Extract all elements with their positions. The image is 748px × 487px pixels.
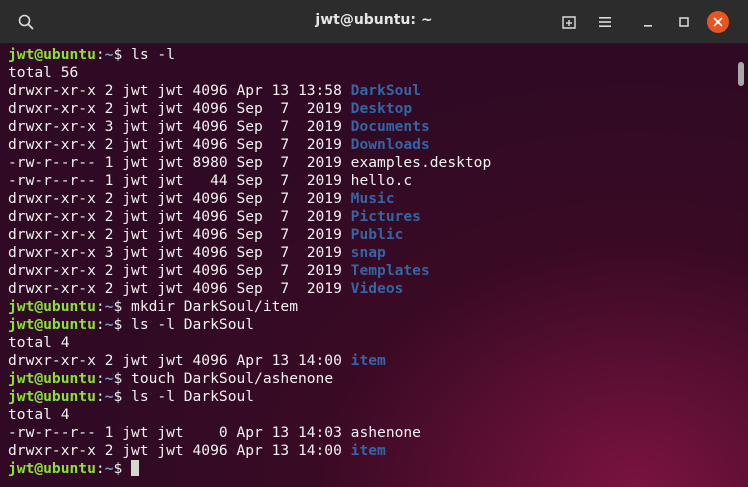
command-text: mkdir DarkSoul/item xyxy=(131,298,298,315)
listing-row: drwxr-xr-x 2 jwt jwt 4096 Sep 7 2019 Mus… xyxy=(8,190,732,208)
scrollbar-thumb[interactable] xyxy=(738,62,744,86)
listing-meta: drwxr-xr-x 2 jwt jwt 4096 Apr 13 14:00 xyxy=(8,352,351,369)
prompt-user: jwt@ubuntu xyxy=(8,46,96,63)
prompt-colon: : xyxy=(95,298,105,315)
listing-row: -rw-r--r-- 1 jwt jwt 44 Sep 7 2019 hello… xyxy=(8,172,732,190)
listing-row: drwxr-xr-x 2 jwt jwt 4096 Sep 7 2019 Vid… xyxy=(8,280,732,298)
command-text: ls -l DarkSoul xyxy=(131,388,255,405)
listing-meta: drwxr-xr-x 2 jwt jwt 4096 Sep 7 2019 xyxy=(8,262,351,279)
new-tab-button[interactable] xyxy=(555,8,583,36)
prompt-symbol: $ xyxy=(113,46,132,63)
output-line: total 4 xyxy=(8,406,732,424)
listing-meta: drwxr-xr-x 2 jwt jwt 4096 Sep 7 2019 xyxy=(8,100,351,117)
hamburger-menu-icon xyxy=(599,17,611,27)
prompt-colon: : xyxy=(95,370,105,387)
directory-name: Templates xyxy=(350,262,430,279)
listing-row: -rw-r--r-- 1 jwt jwt 8980 Sep 7 2019 exa… xyxy=(8,154,732,172)
prompt-line: jwt@ubuntu:~$ ls -l xyxy=(8,46,732,64)
listing-row: drwxr-xr-x 2 jwt jwt 4096 Sep 7 2019 Tem… xyxy=(8,262,732,280)
directory-name: snap xyxy=(350,244,386,261)
scrollbar[interactable] xyxy=(738,62,744,480)
directory-name: Public xyxy=(350,226,404,243)
prompt-colon: : xyxy=(95,460,105,477)
listing-meta: drwxr-xr-x 3 jwt jwt 4096 Sep 7 2019 xyxy=(8,118,351,135)
directory-name: Pictures xyxy=(350,208,421,225)
listing-row: drwxr-xr-x 3 jwt jwt 4096 Sep 7 2019 sna… xyxy=(8,244,732,262)
prompt-line: jwt@ubuntu:~$ mkdir DarkSoul/item xyxy=(8,298,732,316)
prompt-line: jwt@ubuntu:~$ ls -l DarkSoul xyxy=(8,388,732,406)
listing-row: -rw-r--r-- 1 jwt jwt 0 Apr 13 14:03 ashe… xyxy=(8,424,732,442)
close-button[interactable] xyxy=(707,11,729,33)
terminal-window: jwt@ubuntu: ~ jwt@ubuntu:~$ ls -l total … xyxy=(0,0,748,487)
prompt-user: jwt@ubuntu xyxy=(8,316,96,333)
prompt-colon: : xyxy=(95,388,105,405)
title-bar: jwt@ubuntu: ~ xyxy=(0,0,748,44)
minimize-button[interactable] xyxy=(634,8,662,36)
listing-row: drwxr-xr-x 3 jwt jwt 4096 Sep 7 2019 Doc… xyxy=(8,118,732,136)
prompt-colon: : xyxy=(95,316,105,333)
prompt-symbol: $ xyxy=(113,460,132,477)
file-name: examples.desktop xyxy=(350,154,492,171)
output-text: total 4 xyxy=(8,334,70,351)
prompt-line: jwt@ubuntu:~$ touch DarkSoul/ashenone xyxy=(8,370,732,388)
listing-meta: drwxr-xr-x 3 jwt jwt 4096 Sep 7 2019 xyxy=(8,244,351,261)
command-text: touch DarkSoul/ashenone xyxy=(131,370,334,387)
new-tab-icon xyxy=(562,16,576,29)
output-line: total 56 xyxy=(8,64,732,82)
directory-name: DarkSoul xyxy=(350,82,421,99)
listing-meta: drwxr-xr-x 2 jwt jwt 4096 Sep 7 2019 xyxy=(8,190,351,207)
prompt-colon: : xyxy=(95,46,105,63)
listing-meta: drwxr-xr-x 2 jwt jwt 4096 Sep 7 2019 xyxy=(8,136,351,153)
text-cursor xyxy=(131,460,140,476)
prompt-symbol: $ xyxy=(113,316,132,333)
maximize-icon xyxy=(679,17,689,27)
terminal-output[interactable]: jwt@ubuntu:~$ ls -l total 56 drwxr-xr-x 2 … xyxy=(0,44,732,487)
listing-row: drwxr-xr-x 2 jwt jwt 4096 Apr 13 14:00 i… xyxy=(8,352,732,370)
command-text: ls -l xyxy=(131,46,175,63)
close-icon xyxy=(713,17,723,27)
listing-meta: -rw-r--r-- 1 jwt jwt 0 Apr 13 14:03 xyxy=(8,424,351,441)
listing-meta: -rw-r--r-- 1 jwt jwt 8980 Sep 7 2019 xyxy=(8,154,351,171)
maximize-button[interactable] xyxy=(670,8,698,36)
listing-row: drwxr-xr-x 2 jwt jwt 4096 Sep 7 2019 Dow… xyxy=(8,136,732,154)
prompt-user: jwt@ubuntu xyxy=(8,298,96,315)
directory-name: Music xyxy=(350,190,395,207)
directory-name: Downloads xyxy=(350,136,430,153)
command-text: ls -l DarkSoul xyxy=(131,316,255,333)
listing-row: drwxr-xr-x 2 jwt jwt 4096 Sep 7 2019 Pub… xyxy=(8,226,732,244)
output-text: total 4 xyxy=(8,406,70,423)
prompt-user: jwt@ubuntu xyxy=(8,460,96,477)
listing-row: drwxr-xr-x 2 jwt jwt 4096 Apr 13 13:58 D… xyxy=(8,82,732,100)
menu-button[interactable] xyxy=(591,8,619,36)
prompt-symbol: $ xyxy=(113,370,132,387)
directory-name: item xyxy=(350,352,386,369)
listing-row: drwxr-xr-x 2 jwt jwt 4096 Sep 7 2019 Des… xyxy=(8,100,732,118)
prompt-symbol: $ xyxy=(113,388,132,405)
directory-name: Desktop xyxy=(350,100,413,117)
listing-meta: drwxr-xr-x 2 jwt jwt 4096 Sep 7 2019 xyxy=(8,226,351,243)
output-line: total 4 xyxy=(8,334,732,352)
prompt-user: jwt@ubuntu xyxy=(8,370,96,387)
listing-row: drwxr-xr-x 2 jwt jwt 4096 Sep 7 2019 Pic… xyxy=(8,208,732,226)
prompt-line: jwt@ubuntu:~$ xyxy=(8,460,732,478)
listing-meta: drwxr-xr-x 2 jwt jwt 4096 Sep 7 2019 xyxy=(8,280,351,297)
listing-row: drwxr-xr-x 2 jwt jwt 4096 Apr 13 14:00 i… xyxy=(8,442,732,460)
listing-meta: drwxr-xr-x 2 jwt jwt 4096 Apr 13 14:00 xyxy=(8,442,351,459)
listing-meta: drwxr-xr-x 2 jwt jwt 4096 Sep 7 2019 xyxy=(8,208,351,225)
output-text: total 56 xyxy=(8,64,79,81)
directory-name: Videos xyxy=(350,280,404,297)
prompt-user: jwt@ubuntu xyxy=(8,388,96,405)
file-name: ashenone xyxy=(350,424,421,441)
prompt-symbol: $ xyxy=(113,298,132,315)
prompt-line: jwt@ubuntu:~$ ls -l DarkSoul xyxy=(8,316,732,334)
minimize-icon xyxy=(644,25,652,27)
directory-name: item xyxy=(350,442,386,459)
directory-name: Documents xyxy=(350,118,430,135)
listing-meta: -rw-r--r-- 1 jwt jwt 44 Sep 7 2019 xyxy=(8,172,351,189)
file-name: hello.c xyxy=(350,172,413,189)
listing-meta: drwxr-xr-x 2 jwt jwt 4096 Apr 13 13:58 xyxy=(8,82,351,99)
